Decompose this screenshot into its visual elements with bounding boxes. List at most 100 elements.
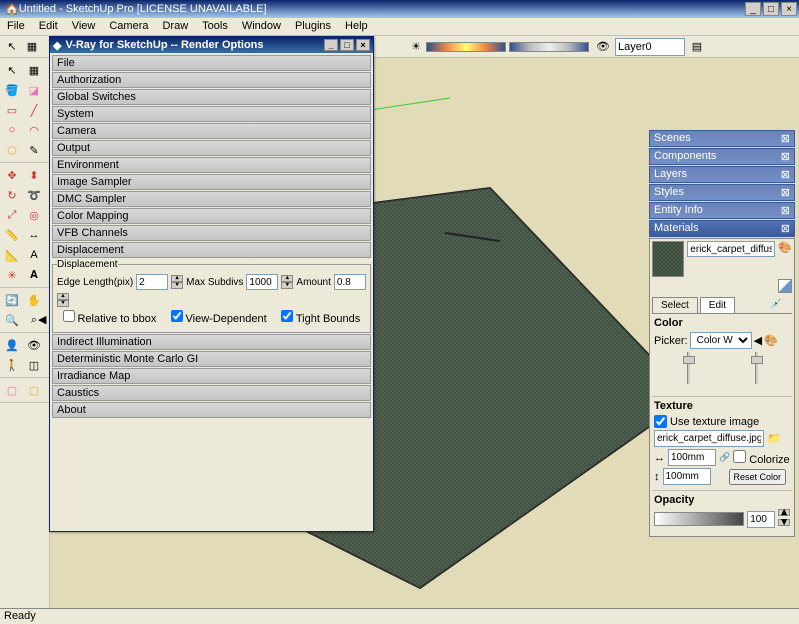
opacity-input[interactable] — [747, 511, 775, 528]
menu-edit[interactable]: Edit — [32, 18, 65, 35]
material-swatch[interactable] — [652, 241, 684, 277]
section-dmc-sampler[interactable]: DMC Sampler — [52, 191, 371, 207]
section-irradiance[interactable]: Irradiance Map — [52, 368, 371, 384]
tab-edit[interactable]: Edit — [700, 297, 735, 313]
match-color-icon[interactable]: 🎨 — [764, 334, 778, 347]
tex-height-input[interactable] — [663, 468, 711, 485]
followme-icon[interactable]: ➰ — [25, 186, 43, 204]
relative-checkbox-label[interactable]: Relative to bbox — [63, 310, 157, 325]
section-icon[interactable]: ◫ — [25, 356, 43, 374]
pushpull-icon[interactable]: ⬍ — [25, 166, 43, 184]
layer-visible-icon[interactable]: 👁 — [593, 37, 613, 57]
section-output[interactable]: Output — [52, 140, 371, 156]
eraser-icon[interactable]: ◪ — [25, 81, 43, 99]
look-around-icon[interactable]: 👁 — [25, 336, 43, 354]
section-authorization[interactable]: Authorization — [52, 72, 371, 88]
dimension-icon[interactable]: ↔ — [25, 226, 43, 244]
opacity-slider[interactable] — [654, 512, 744, 526]
menu-help[interactable]: Help — [338, 18, 375, 35]
move-icon[interactable]: ✥ — [3, 166, 21, 184]
picker-select[interactable]: Color Wheel — [690, 332, 752, 349]
tray-styles[interactable]: Styles⊠ — [649, 184, 795, 201]
tape-icon[interactable]: 📏 — [3, 226, 21, 244]
close-button[interactable]: × — [781, 2, 797, 16]
walk-icon[interactable]: 🚶 — [3, 356, 21, 374]
edge-length-input[interactable] — [136, 274, 168, 290]
orbit-icon[interactable]: 🔄 — [3, 291, 21, 309]
menu-view[interactable]: View — [65, 18, 103, 35]
line-icon[interactable]: ╱ — [25, 101, 43, 119]
plugin1-icon[interactable]: ▢ — [3, 381, 21, 399]
amount-spinner[interactable]: ▴▾ — [57, 293, 69, 307]
3dtext-icon[interactable]: 𝐀 — [25, 266, 43, 284]
tray-components[interactable]: Components⊠ — [649, 148, 795, 165]
section-file[interactable]: File — [52, 55, 371, 71]
layer-manager-icon[interactable]: ▤ — [687, 37, 707, 57]
colorize-checkbox[interactable] — [733, 450, 746, 463]
viewdep-checkbox-label[interactable]: View-Dependent — [171, 310, 267, 325]
opacity-spinner[interactable]: ▴▾ — [778, 509, 790, 529]
section-about[interactable]: About — [52, 402, 371, 418]
use-texture-label[interactable]: Use texture image — [654, 415, 790, 428]
section-dmc-gi[interactable]: Deterministic Monte Carlo GI — [52, 351, 371, 367]
component-icon[interactable]: ▦ — [22, 37, 42, 57]
polygon-icon[interactable]: ⬠ — [3, 141, 21, 159]
pan-icon[interactable]: ✋ — [25, 291, 43, 309]
menu-draw[interactable]: Draw — [155, 18, 195, 35]
create-material-icon[interactable]: 🎨 — [778, 241, 792, 254]
section-system[interactable]: System — [52, 106, 371, 122]
section-indirect-illum[interactable]: Indirect Illumination — [52, 334, 371, 350]
dialog-close-button[interactable]: × — [356, 39, 370, 51]
layer-select[interactable] — [615, 38, 685, 56]
tight-checkbox[interactable] — [281, 310, 293, 322]
section-color-mapping[interactable]: Color Mapping — [52, 208, 371, 224]
axes-icon[interactable]: ✳ — [3, 266, 21, 284]
relative-checkbox[interactable] — [63, 310, 75, 322]
circle-icon[interactable]: ○ — [3, 121, 21, 139]
menu-window[interactable]: Window — [235, 18, 288, 35]
text-icon[interactable]: A — [25, 246, 43, 264]
undo-color-icon[interactable]: ◀ — [754, 334, 762, 347]
rectangle-icon[interactable]: ▭ — [3, 101, 21, 119]
protractor-icon[interactable]: 📐 — [3, 246, 21, 264]
use-texture-checkbox[interactable] — [654, 415, 667, 428]
plugin2-icon[interactable]: ▢ — [25, 381, 43, 399]
menu-file[interactable]: File — [0, 18, 32, 35]
dialog-maximize-button[interactable]: □ — [340, 39, 354, 51]
freehand-icon[interactable]: ✎ — [25, 141, 43, 159]
max-subdivs-input[interactable] — [246, 274, 278, 290]
tray-entity-info[interactable]: Entity Info⊠ — [649, 202, 795, 219]
paint-icon[interactable]: 🪣 — [3, 81, 21, 99]
select-icon[interactable]: ↖ — [3, 61, 21, 79]
sample-icon[interactable]: 💉 — [762, 297, 790, 313]
section-vfb-channels[interactable]: VFB Channels — [52, 225, 371, 241]
position-camera-icon[interactable]: 👤 — [3, 336, 21, 354]
shadow-toggle-icon[interactable]: ☀ — [406, 37, 426, 57]
edge-spinner[interactable]: ▴▾ — [171, 275, 183, 289]
menu-tools[interactable]: Tools — [195, 18, 235, 35]
link-icon[interactable]: 🔗 — [719, 452, 730, 463]
minimize-button[interactable]: _ — [745, 2, 761, 16]
make-component-icon[interactable]: ▦ — [25, 61, 43, 79]
section-global-switches[interactable]: Global Switches — [52, 89, 371, 105]
menu-camera[interactable]: Camera — [102, 18, 155, 35]
colorize-label[interactable]: Colorize — [733, 450, 789, 466]
scale-icon[interactable]: ⤢ — [3, 206, 21, 224]
tight-checkbox-label[interactable]: Tight Bounds — [281, 310, 360, 325]
select-tool-icon[interactable]: ↖ — [2, 37, 22, 57]
section-camera[interactable]: Camera — [52, 123, 371, 139]
dialog-collapse-arrow-icon[interactable]: ◀ — [38, 313, 46, 326]
zoom-icon[interactable]: 🔍 — [3, 311, 21, 329]
material-name-input[interactable] — [687, 241, 775, 257]
texture-file-input[interactable] — [654, 430, 764, 447]
tray-layers[interactable]: Layers⊠ — [649, 166, 795, 183]
viewdep-checkbox[interactable] — [171, 310, 183, 322]
reset-color-button[interactable]: Reset Color — [729, 469, 787, 485]
tex-width-input[interactable] — [668, 449, 716, 466]
maximize-button[interactable]: □ — [763, 2, 779, 16]
amount-input[interactable] — [334, 274, 366, 290]
menu-plugins[interactable]: Plugins — [288, 18, 338, 35]
section-caustics[interactable]: Caustics — [52, 385, 371, 401]
tab-select[interactable]: Select — [652, 297, 698, 313]
section-environment[interactable]: Environment — [52, 157, 371, 173]
